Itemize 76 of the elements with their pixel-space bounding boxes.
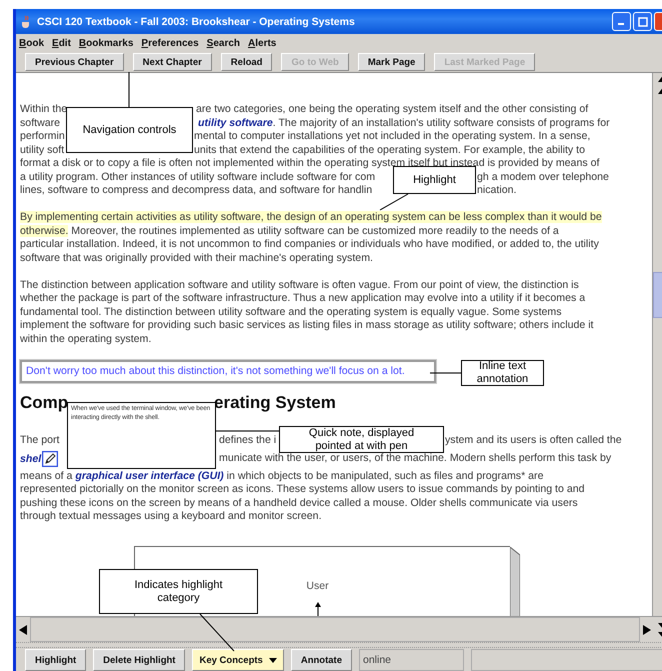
term-link[interactable]: utility software <box>198 116 273 128</box>
text-line: a utility program. Other instances of utility software include software for com <box>20 170 376 182</box>
leader-line <box>430 373 461 374</box>
text-line: particular installation. Indeed, it is not uncommon to find companies or individuals who have modified, or added to, the utility <box>20 238 599 250</box>
text-line: through textual messages using a keyboard and monitor screen. <box>20 510 322 522</box>
text-line: implement the software for providing such basic services as listing files in mass storage as utility software; others include it <box>20 319 594 331</box>
scroll-left-icon[interactable] <box>19 624 27 634</box>
cup-icon <box>20 14 32 28</box>
toolbar-button[interactable]: Annotate <box>290 649 352 671</box>
text-line: . The majority of an installation's utility software consists of programs for <box>272 116 610 128</box>
text-line: whether the package is part of the software infrastructure. Thus a new application may evolve into a utility if it becomes a <box>20 292 586 304</box>
menu-item[interactable]: Bookmarks <box>78 38 134 48</box>
figure-edge-drawing <box>510 546 520 616</box>
text-line: units that extend the capabilities of the operating system. For example, the ability to <box>194 144 586 156</box>
text-line: Moreover, the routines implemented as utility software can be customized more readily to the needs of a <box>70 224 559 236</box>
inline-annotation[interactable]: Don't worry too much about this distinction, it's not something we'll focus on a lot. <box>20 360 436 383</box>
text-line: mental to computer installations yet not included in the operating system. In a sense, <box>194 130 590 142</box>
text-line: The distinction between application software and utility software is often vague. From our point of view, the distinction is <box>20 278 579 290</box>
category-dropdown[interactable]: Key Concepts <box>192 649 284 671</box>
text-line: within the operating system. <box>20 332 152 344</box>
text-line: are two categories, one being the operating system itself and the other consisting of <box>196 103 588 115</box>
window-title: CSCI 120 Textbook - Fall 2003: Brookshear - Operating Systems <box>37 16 356 28</box>
callout-label: Inline text annotation <box>461 360 544 386</box>
leader-line <box>200 614 234 651</box>
text-line: performin <box>20 130 65 142</box>
toolbar-button[interactable]: Previous Chapter <box>25 53 124 71</box>
menu-item[interactable]: Preferences <box>141 38 199 48</box>
text-line: lines, software to compress and decompress data, and software for handlin <box>20 184 372 196</box>
text-line: software that was originally provided with their machine's operating system. <box>20 252 373 264</box>
text-line: format a disk or to copy a file is often not implemented within the operating system itself but instead is provided by means of <box>20 157 600 169</box>
term-link[interactable]: shel <box>20 452 42 464</box>
text-line: municate with the user, or users, of the machine. Modern shells perform this task by <box>219 452 612 464</box>
heading-text: erating System <box>214 393 336 412</box>
toolbar-button[interactable]: Next Chapter <box>132 53 212 71</box>
menu-item[interactable]: Book <box>19 38 44 48</box>
text-line: Within the <box>20 103 68 115</box>
toolbar-button[interactable]: Reload <box>220 53 272 71</box>
heading-text: Comp <box>20 393 68 412</box>
leader-line <box>129 72 130 107</box>
maximize-icon <box>638 16 648 26</box>
toolbar-button[interactable]: Delete Highlight <box>93 649 186 671</box>
leader-line <box>380 194 408 210</box>
menu-item[interactable]: Edit <box>52 38 71 48</box>
text-line: utility soft <box>20 144 64 156</box>
menu-item[interactable]: Alerts <box>248 38 276 48</box>
callout-label: Highlight <box>393 166 476 194</box>
horizontal-scrollbar[interactable] <box>16 616 662 642</box>
maximize-button[interactable] <box>633 12 652 31</box>
callout-label: Navigation controls <box>66 107 193 153</box>
text-line: nication. <box>477 184 516 196</box>
callout-label: Quick note, displayed pointed at with pen <box>279 426 444 453</box>
text-line: pushing these icons on the screen by means of a handheld device called a mouse. Older shells communicate via users <box>20 496 578 508</box>
text-line: ystem and its users is often called the <box>445 434 622 446</box>
text-line: in which objects to be manipulated, such as files and programs* are <box>226 470 544 482</box>
leader-line <box>216 431 279 432</box>
highlighted-text: By implementing certain activities as utility software, the design of an operating system can be less complex than it would be <box>20 211 602 223</box>
toolbar-button[interactable]: Mark Page <box>358 53 426 71</box>
menu-item[interactable]: Search <box>206 38 240 48</box>
text-line: The port <box>20 434 60 446</box>
text-line: represented pictorially on the monitor screen as icons. These systems allow users to issue commands by pointing to and <box>20 483 584 495</box>
diagram-label: User <box>306 580 329 593</box>
minimize-button[interactable] <box>612 12 631 31</box>
highlighted-text: otherwise. <box>20 224 68 236</box>
caret-icon <box>268 658 277 662</box>
status-field: online <box>359 649 464 671</box>
text-line: gh a modem over telephone <box>477 170 609 182</box>
pen-icon[interactable] <box>42 450 58 466</box>
toolbar-button[interactable]: Highlight <box>25 649 86 671</box>
term-link[interactable]: graphical user interface (GUI) <box>75 470 224 482</box>
callout-label: Indicates highlight category <box>99 569 258 614</box>
arrow-icon <box>314 602 320 616</box>
text-line: defines the i <box>219 434 276 446</box>
scroll-right-icon[interactable] <box>643 624 651 634</box>
text-line: fundamental tool. The distinction between utility software and the operating system is equally vague. Some systems <box>20 306 562 318</box>
text-line: means of a <box>20 470 74 482</box>
text-line: software <box>20 116 60 128</box>
